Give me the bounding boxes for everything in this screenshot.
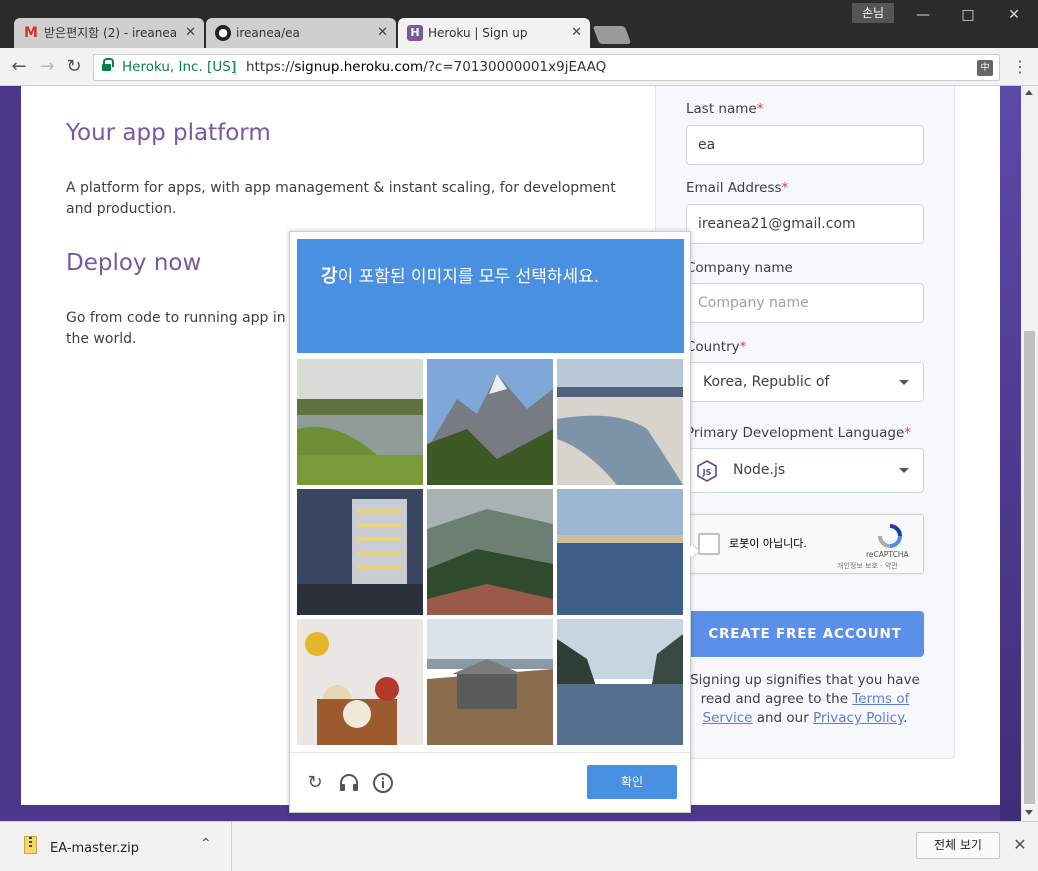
reload-icon[interactable]: ↻ [63, 56, 85, 78]
image-grid [297, 359, 687, 749]
privacy-link[interactable]: Privacy Policy [813, 710, 903, 726]
svg-text:JS: JS [702, 468, 712, 477]
recaptcha-label: 로봇이 아닙니다. [729, 537, 807, 550]
country-value: Korea, Republic of [703, 374, 830, 390]
captcha-challenge-popup: 강이 포함된 이미지를 모두 선택하세요. ↻ 확인 [289, 231, 701, 813]
url-path: /?c=70130000001x9jEAAQ [423, 59, 607, 75]
security-indicator[interactable]: Heroku, Inc. [US] [122, 55, 236, 80]
language-label: Primary Development Language* [686, 425, 912, 441]
maximize-icon[interactable]: □ [953, 4, 983, 26]
guest-profile-badge[interactable]: 손님 [852, 3, 895, 23]
new-tab-button[interactable] [592, 26, 632, 44]
email-label: Email Address* [686, 180, 789, 196]
recaptcha-widget: 로봇이 아닙니다. reCAPTCHA 개인정보 보호 - 약관 [686, 514, 924, 574]
browser-toolbar: ← → ↻ Heroku, Inc. [US] https://signup.h… [0, 48, 1038, 86]
more-menu-icon[interactable]: ⋮ [1010, 56, 1030, 78]
deploy-heading: Deploy now [66, 250, 202, 276]
download-item[interactable]: EA-master.zip ⌃ [0, 822, 232, 871]
scroll-down-icon[interactable] [1025, 810, 1033, 815]
lock-icon [102, 58, 114, 73]
github-icon: ● [215, 25, 231, 41]
tab-github[interactable]: ● ireanea/ea ✕ [206, 18, 396, 48]
tab-close-icon[interactable]: ✕ [571, 18, 582, 48]
download-file-name: EA-master.zip [50, 841, 139, 856]
challenge-footer: ↻ 확인 [290, 752, 690, 812]
image-tile-frozen-river[interactable] [557, 359, 683, 485]
tab-title: 받은편지함 (2) - ireanea [44, 26, 176, 40]
language-value: Node.js [733, 462, 786, 478]
language-select[interactable]: JS Node.js [686, 448, 924, 493]
verify-button[interactable]: 확인 [587, 765, 677, 799]
recaptcha-brand: reCAPTCHA [866, 550, 909, 559]
translate-icon[interactable]: 中 [977, 60, 993, 76]
scroll-thumb[interactable] [1024, 331, 1035, 804]
image-tile-hill-hut[interactable] [427, 619, 553, 745]
divider [235, 61, 236, 75]
url-text: https://signup.heroku.com/?c=70130000001… [246, 55, 606, 80]
url-host: signup.heroku.com [294, 59, 424, 75]
country-label: Country* [686, 339, 747, 355]
platform-heading: Your app platform [66, 120, 271, 146]
image-tile-mountain-valley[interactable] [427, 359, 553, 485]
image-tile-sea-cove[interactable] [557, 619, 683, 745]
image-tile-lake-meadow[interactable] [297, 359, 423, 485]
audio-challenge-icon[interactable] [338, 772, 360, 794]
back-arrow-icon[interactable]: ← [8, 56, 30, 78]
terms-text: Signing up signifies that you have read … [690, 672, 920, 726]
last-name-label: Last name* [686, 101, 764, 117]
zip-file-icon [24, 836, 37, 854]
company-label: Company name [686, 260, 793, 276]
recaptcha-checkbox[interactable] [698, 533, 720, 555]
gmail-icon: M [24, 25, 38, 41]
minimize-icon[interactable]: — [908, 4, 938, 26]
nodejs-icon: JS [697, 460, 717, 482]
tab-title: Heroku | Sign up [428, 26, 528, 40]
url-scheme: https:// [246, 59, 295, 75]
forward-arrow-icon[interactable]: → [36, 56, 58, 78]
page-background [1000, 86, 1021, 821]
tab-close-icon[interactable]: ✕ [185, 18, 196, 48]
recaptcha-links[interactable]: 개인정보 보호 - 약관 [837, 561, 898, 571]
scroll-up-icon[interactable] [1025, 90, 1033, 95]
create-account-button[interactable]: CREATE FREE ACCOUNT [686, 611, 924, 657]
page-scrollbar[interactable] [1021, 86, 1038, 821]
image-tile-food-table[interactable] [297, 619, 423, 745]
image-tile-forest-hills[interactable] [427, 489, 553, 615]
company-field[interactable]: Company name [686, 283, 924, 323]
country-select[interactable]: Korea, Republic of [686, 362, 924, 402]
chevron-down-icon [899, 468, 909, 473]
tab-gmail[interactable]: M 받은편지함 (2) - ireanea ✕ [14, 18, 204, 48]
platform-text: A platform for apps, with app management… [66, 180, 616, 217]
info-icon[interactable] [372, 772, 394, 794]
show-all-downloads-button[interactable]: 전체 보기 [916, 832, 1000, 859]
challenge-instruction: 이 포함된 이미지를 모두 선택하세요. [337, 267, 600, 287]
reload-challenge-icon[interactable]: ↻ [304, 772, 326, 794]
recaptcha-logo-icon [878, 524, 902, 548]
heroku-icon: H [407, 25, 423, 41]
last-name-field[interactable]: ea [686, 125, 924, 165]
close-window-icon[interactable]: ✕ [999, 4, 1029, 26]
tab-close-icon[interactable]: ✕ [377, 18, 388, 48]
email-field[interactable]: ireanea21@gmail.com [686, 204, 924, 244]
close-download-bar-icon[interactable]: ✕ [1010, 835, 1030, 854]
image-tile-harbor-water[interactable] [557, 489, 683, 615]
image-tile-hotel-building[interactable] [297, 489, 423, 615]
tab-heroku-signup[interactable]: H Heroku | Sign up ✕ [398, 18, 590, 48]
challenge-header: 강이 포함된 이미지를 모두 선택하세요. [297, 239, 684, 353]
browser-titlebar: 손님 — □ ✕ M 받은편지함 (2) - ireanea ✕ ● irean… [0, 0, 1038, 48]
chevron-up-icon[interactable]: ⌃ [200, 836, 212, 852]
download-bar: EA-master.zip ⌃ 전체 보기 ✕ [0, 821, 1038, 871]
tab-title: ireanea/ea [236, 26, 300, 40]
address-bar[interactable]: Heroku, Inc. [US] https://signup.heroku.… [93, 54, 1000, 81]
chevron-down-icon [899, 380, 909, 385]
challenge-keyword: 강 [321, 266, 338, 287]
